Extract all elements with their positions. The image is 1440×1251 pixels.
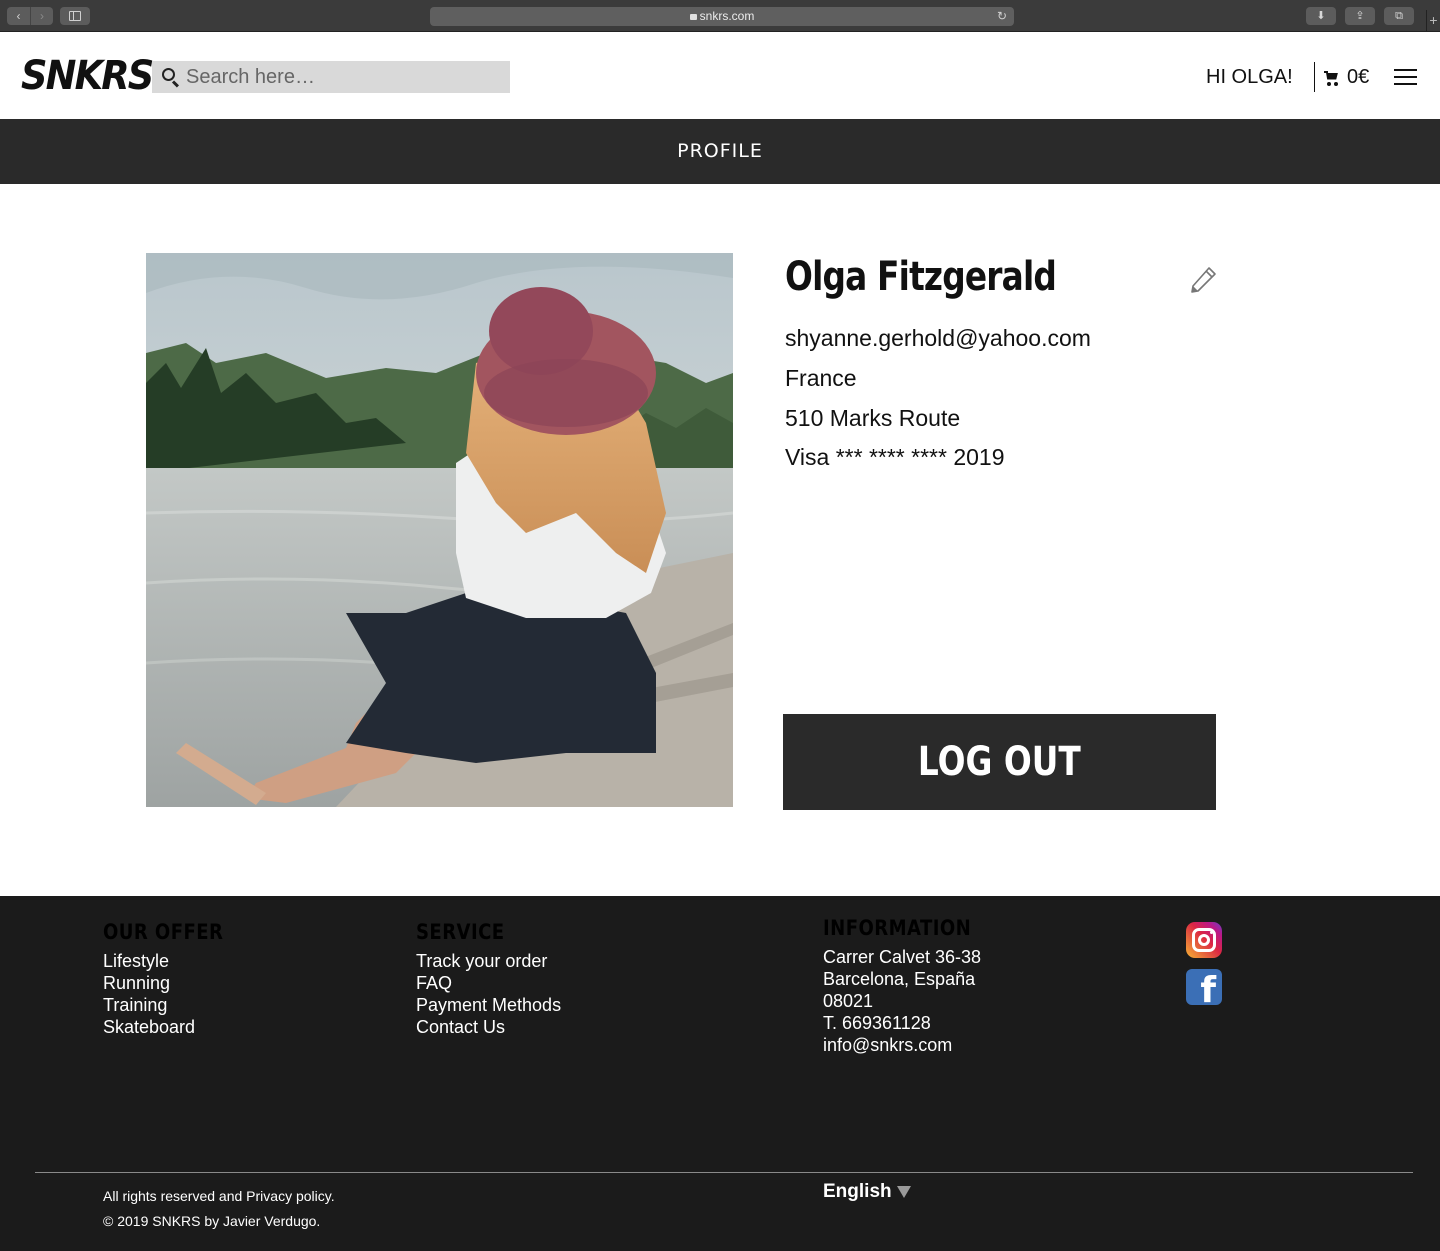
footer-info-city: Barcelona, España [823,969,976,989]
user-greeting[interactable]: HI OLGA! [1206,66,1293,89]
profile-name: Olga Fitzgerald [785,254,1057,300]
footer-divider [35,1172,1413,1173]
search-input[interactable] [186,65,486,89]
facebook-icon[interactable]: f [1186,969,1222,1005]
logout-button[interactable]: LOG OUT [783,714,1216,810]
pencil-edit-icon[interactable] [1188,264,1218,296]
language-selector[interactable]: English [823,1181,911,1203]
footer-link-training[interactable]: Training [103,994,243,1016]
profile-email: shyanne.gerhold@yahoo.com [785,325,1091,351]
lock-icon [689,14,697,20]
header-divider [1314,62,1315,92]
tab-overview-button[interactable]: ⧉ [1384,7,1414,25]
footer-link-track-order[interactable]: Track your order [416,950,561,972]
profile-payment-card: Visa *** **** **** 2019 [785,444,1005,470]
footer-link-faq[interactable]: FAQ [416,972,561,994]
sidebar-toggle-button[interactable] [60,7,90,25]
site-header: SNKRS HI OLGA! 0€ [0,32,1440,119]
caret-down-icon [896,1186,911,1198]
search-icon[interactable] [161,67,181,88]
footer-service-column: SERVICE Track your order FAQ Payment Met… [416,920,561,1038]
back-button[interactable]: ‹ [7,7,30,25]
footer-offer-column: OUR OFFER Lifestyle Running Training Ska… [103,920,243,1038]
share-button[interactable]: ⇪ [1345,7,1375,25]
footer-information-column: INFORMATION Carrer Calvet 36-38 Barcelon… [823,916,995,1056]
footer-legal-rights[interactable]: All rights reserved and Privacy policy. [103,1184,335,1209]
cart-total: 0€ [1347,66,1370,88]
page-title: PROFILE [677,140,763,162]
reload-button[interactable]: ↻ [997,7,1007,26]
footer-legal: All rights reserved and Privacy policy. … [103,1184,335,1234]
social-links: f [1186,922,1222,1005]
profile-address: 510 Marks Route [785,405,961,431]
footer-info-street: Carrer Calvet 36-38 [823,947,982,967]
footer-link-payment-methods[interactable]: Payment Methods [416,994,561,1016]
footer-info-phone: T. 669361128 [823,1013,931,1033]
browser-toolbar: ‹ › snkrs.com ↻ ⬇ ⇪ ⧉ + [0,0,1440,32]
cart-button[interactable]: 0€ [1324,66,1369,89]
address-bar[interactable]: snkrs.com ↻ [430,7,1014,26]
footer-link-running[interactable]: Running [103,972,243,994]
logout-label: LOG OUT [918,739,1081,785]
hamburger-menu-icon[interactable] [1394,69,1417,86]
footer-info-postcode: 08021 [823,991,874,1011]
instagram-icon[interactable] [1186,922,1222,958]
profile-photo [146,253,733,807]
history-buttons: ‹ › [7,7,53,25]
new-tab-button[interactable]: + [1426,10,1440,32]
site-logo[interactable]: SNKRS [21,52,154,100]
footer-link-contact-us[interactable]: Contact Us [416,1016,561,1038]
profile-country: France [785,365,857,391]
cart-icon [1324,70,1340,86]
footer-information-heading: INFORMATION [823,916,972,940]
footer-info-email[interactable]: info@snkrs.com [823,1034,995,1056]
forward-button[interactable]: › [30,7,53,25]
search-bar [152,61,510,93]
language-label: English [823,1181,892,1202]
footer-link-lifestyle[interactable]: Lifestyle [103,950,243,972]
footer-service-heading: SERVICE [416,920,505,944]
page-title-bar: PROFILE [0,119,1440,184]
address-bar-url: snkrs.com [699,9,755,23]
downloads-button[interactable]: ⬇ [1306,7,1336,25]
footer-link-skateboard[interactable]: Skateboard [103,1016,243,1038]
footer-offer-heading: OUR OFFER [103,920,224,944]
footer-copyright: © 2019 SNKRS by Javier Verdugo. [103,1213,321,1229]
sidebar-icon [69,11,81,21]
